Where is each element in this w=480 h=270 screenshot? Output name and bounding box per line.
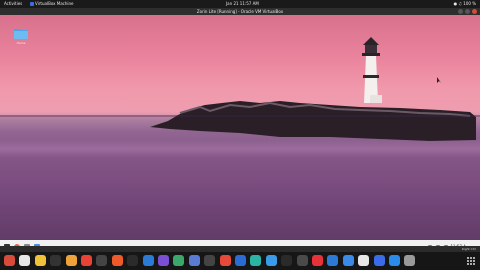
lighthouse-roof: [363, 37, 379, 45]
app-menu-label: VirtualBox Machine: [35, 1, 74, 6]
brave-app-icon[interactable]: [111, 255, 123, 266]
horizon-line: [0, 115, 480, 117]
guest-desktop[interactable]: Home: [0, 15, 480, 240]
apps-app-icon[interactable]: [204, 255, 216, 266]
window-controls: [456, 9, 477, 14]
network-icon: ●: [453, 1, 458, 6]
settings-app-icon[interactable]: [96, 255, 108, 266]
files-app-icon[interactable]: [19, 255, 31, 266]
browser-app-icon[interactable]: [250, 255, 262, 266]
calendar-app-icon[interactable]: [219, 255, 231, 266]
trash-app-icon[interactable]: [404, 255, 416, 266]
clock[interactable]: Jan 21 11:57 AM: [226, 1, 259, 7]
virtualbox-app-icon[interactable]: [188, 255, 200, 266]
remote-app-icon[interactable]: [389, 255, 400, 266]
activities-button[interactable]: Activities: [4, 1, 22, 7]
home-folder-icon[interactable]: [14, 27, 28, 39]
photos-app-icon[interactable]: [173, 255, 185, 266]
virtualbox-window[interactable]: Zorin Lite [Running] - Oracle VM Virtual…: [0, 8, 480, 254]
vscode-app-icon[interactable]: [142, 255, 154, 266]
terminal-app-icon[interactable]: [50, 255, 62, 266]
app-menu[interactable]: VirtualBox Machine: [30, 1, 74, 7]
rider-app-icon[interactable]: [158, 255, 169, 266]
vim-app-icon[interactable]: [127, 255, 139, 266]
home-folder-label: Home: [16, 41, 26, 45]
chrome-app-icon[interactable]: [81, 255, 92, 266]
mouse-pointer: [437, 77, 441, 83]
opera-app-icon[interactable]: [312, 255, 323, 266]
chat-app-icon[interactable]: [327, 255, 339, 266]
volume-icon: ♫: [458, 1, 462, 6]
system-tray[interactable]: ● ♫ 100 %: [454, 1, 476, 7]
zorin-app-icon[interactable]: [4, 255, 15, 266]
window-title-bar[interactable]: Zorin Lite [Running] - Oracle VM Virtual…: [0, 8, 480, 15]
water-glow: [0, 140, 480, 158]
monitor-app-icon[interactable]: [373, 255, 385, 266]
spotify-app-icon[interactable]: [281, 255, 293, 266]
folder-app-icon[interactable]: [65, 255, 77, 266]
show-apps-icon[interactable]: [466, 256, 476, 266]
wallpaper: [0, 37, 480, 240]
virtualbox-icon: [30, 2, 34, 6]
battery-label: 100 %: [463, 1, 476, 6]
editor-app-icon[interactable]: [296, 255, 308, 266]
store-app-icon[interactable]: [358, 255, 370, 266]
lighthouse-base: [370, 95, 382, 103]
mail-app-icon[interactable]: [342, 255, 354, 266]
minimize-button[interactable]: [458, 9, 463, 14]
host-top-bar: Activities VirtualBox Machine Jan 21 11:…: [0, 0, 480, 8]
close-button[interactable]: [472, 9, 477, 14]
host-dock: [0, 252, 480, 270]
lighthouse-gallery: [362, 53, 380, 56]
lighthouse-band: [363, 75, 379, 78]
maximize-button[interactable]: [465, 9, 470, 14]
dash-app-icon[interactable]: [34, 255, 46, 266]
window-title: Zorin Lite [Running] - Oracle VM Virtual…: [196, 9, 284, 14]
telegram-app-icon[interactable]: [265, 255, 277, 266]
rdp-app-icon[interactable]: [235, 255, 246, 266]
